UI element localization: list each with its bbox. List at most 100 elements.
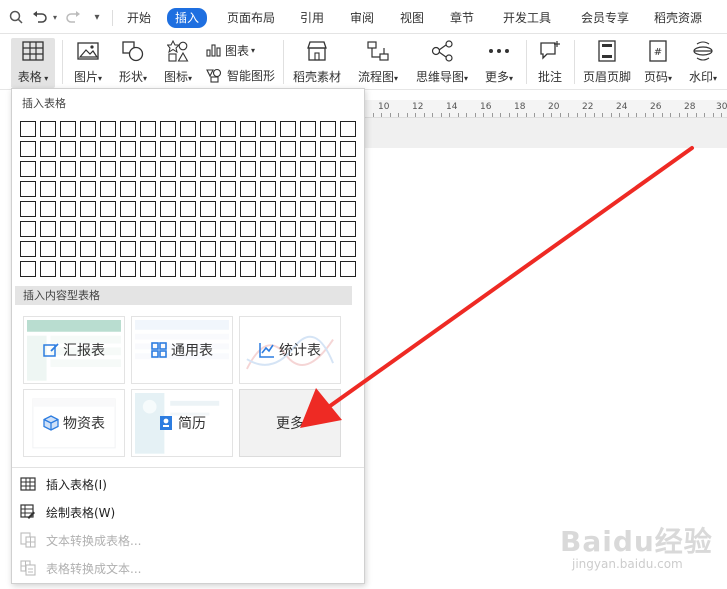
table-grid-cell[interactable] [120, 261, 136, 277]
table-grid-cell[interactable] [180, 201, 196, 217]
table-grid-cell[interactable] [260, 161, 276, 177]
tab-review[interactable]: 审阅 [350, 9, 374, 27]
table-grid-cell[interactable] [100, 121, 116, 137]
table-grid-cell[interactable] [240, 261, 256, 277]
picture-button[interactable]: 图片▾ [68, 38, 108, 85]
table-grid-cell[interactable] [340, 201, 356, 217]
quick-access-more-icon[interactable]: ▾ [90, 7, 104, 27]
table-grid-cell[interactable] [40, 241, 56, 257]
table-grid-cell[interactable] [40, 121, 56, 137]
mindmap-button[interactable]: 思维导图▾ [411, 38, 473, 85]
table-grid-cell[interactable] [180, 181, 196, 197]
redo-icon[interactable] [62, 7, 84, 27]
table-grid-cell[interactable] [160, 261, 176, 277]
table-grid-cell[interactable] [20, 181, 36, 197]
table-grid-cell[interactable] [220, 241, 236, 257]
table-grid-cell[interactable] [200, 141, 216, 157]
table-grid-cell[interactable] [240, 141, 256, 157]
table-grid-cell[interactable] [60, 221, 76, 237]
table-grid-cell[interactable] [60, 181, 76, 197]
tab-insert[interactable]: 插入 [167, 8, 208, 28]
table-grid-cell[interactable] [160, 141, 176, 157]
table-grid-cell[interactable] [100, 221, 116, 237]
table-grid-cell[interactable] [120, 221, 136, 237]
table-grid-cell[interactable] [340, 121, 356, 137]
search-icon[interactable] [6, 7, 26, 27]
table-grid-cell[interactable] [340, 181, 356, 197]
table-grid-cell[interactable] [120, 161, 136, 177]
template-report-table[interactable]: 汇报表 [23, 316, 125, 384]
table-grid-cell[interactable] [300, 261, 316, 277]
table-grid-cell[interactable] [180, 141, 196, 157]
table-grid-cell[interactable] [20, 221, 36, 237]
flowchart-button[interactable]: 流程图▾ [353, 38, 403, 85]
table-grid-cell[interactable] [60, 261, 76, 277]
table-grid-cell[interactable] [320, 121, 336, 137]
tab-developer[interactable]: 开发工具 [503, 9, 551, 27]
table-grid-cell[interactable] [160, 241, 176, 257]
table-grid-cell[interactable] [280, 161, 296, 177]
chart-button[interactable]: 图表 ▾ [205, 40, 255, 60]
table-grid-cell[interactable] [100, 141, 116, 157]
table-grid-cell[interactable] [260, 261, 276, 277]
table-grid-cell[interactable] [240, 201, 256, 217]
table-grid-cell[interactable] [40, 221, 56, 237]
tab-section[interactable]: 章节 [450, 9, 474, 27]
table-grid-cell[interactable] [200, 241, 216, 257]
table-grid-cell[interactable] [180, 241, 196, 257]
table-grid-cell[interactable] [160, 201, 176, 217]
tab-home[interactable]: 开始 [127, 9, 151, 27]
watermark-button[interactable]: 水印▾ [683, 38, 723, 85]
more-templates-button[interactable]: 更多 [239, 389, 341, 457]
template-general-table[interactable]: 通用表 [131, 316, 233, 384]
table-grid-cell[interactable] [60, 121, 76, 137]
table-grid-cell[interactable] [300, 141, 316, 157]
table-grid-cell[interactable] [220, 261, 236, 277]
more-button[interactable]: 更多▾ [479, 38, 519, 85]
table-grid-cell[interactable] [40, 141, 56, 157]
table-grid-cell[interactable] [220, 181, 236, 197]
table-grid-cell[interactable] [340, 261, 356, 277]
table-grid-cell[interactable] [80, 261, 96, 277]
table-grid-cell[interactable] [120, 141, 136, 157]
table-grid-cell[interactable] [200, 161, 216, 177]
table-grid-cell[interactable] [180, 121, 196, 137]
table-grid-cell[interactable] [60, 161, 76, 177]
table-grid-cell[interactable] [120, 121, 136, 137]
table-grid-cell[interactable] [100, 261, 116, 277]
table-grid-cell[interactable] [80, 241, 96, 257]
table-grid-cell[interactable] [140, 221, 156, 237]
template-statistics-table[interactable]: 统计表 [239, 316, 341, 384]
tab-member[interactable]: 会员专享 [581, 9, 629, 27]
docer-material-button[interactable]: 稻壳素材 [290, 38, 344, 85]
tab-view[interactable]: 视图 [400, 9, 424, 27]
table-grid-cell[interactable] [240, 121, 256, 137]
table-grid-cell[interactable] [260, 241, 276, 257]
table-grid-cell[interactable] [140, 121, 156, 137]
draw-table-menu-item[interactable]: 绘制表格(W) [18, 501, 115, 523]
table-grid-cell[interactable] [80, 181, 96, 197]
shape-button[interactable]: 形状▾ [113, 38, 153, 85]
table-grid-cell[interactable] [240, 221, 256, 237]
table-grid-cell[interactable] [140, 261, 156, 277]
table-grid-cell[interactable] [20, 121, 36, 137]
table-grid-cell[interactable] [60, 241, 76, 257]
table-grid-cell[interactable] [320, 241, 336, 257]
table-grid-cell[interactable] [200, 121, 216, 137]
table-grid-cell[interactable] [20, 161, 36, 177]
page-number-button[interactable]: # 页码▾ [638, 38, 678, 85]
table-grid-cell[interactable] [240, 241, 256, 257]
table-grid-cell[interactable] [300, 221, 316, 237]
table-grid-cell[interactable] [300, 161, 316, 177]
table-grid-cell[interactable] [40, 161, 56, 177]
template-resume[interactable]: 简历 [131, 389, 233, 457]
icon-button[interactable]: 图标▾ [158, 38, 198, 85]
tab-docer-resources[interactable]: 稻壳资源 [654, 9, 702, 27]
table-grid-cell[interactable] [140, 141, 156, 157]
table-grid-cell[interactable] [240, 161, 256, 177]
table-grid-cell[interactable] [200, 261, 216, 277]
table-grid-cell[interactable] [200, 181, 216, 197]
undo-dropdown-icon[interactable]: ▾ [50, 7, 60, 27]
insert-table-menu-item[interactable]: 插入表格(I) [18, 473, 107, 495]
table-grid-cell[interactable] [160, 181, 176, 197]
